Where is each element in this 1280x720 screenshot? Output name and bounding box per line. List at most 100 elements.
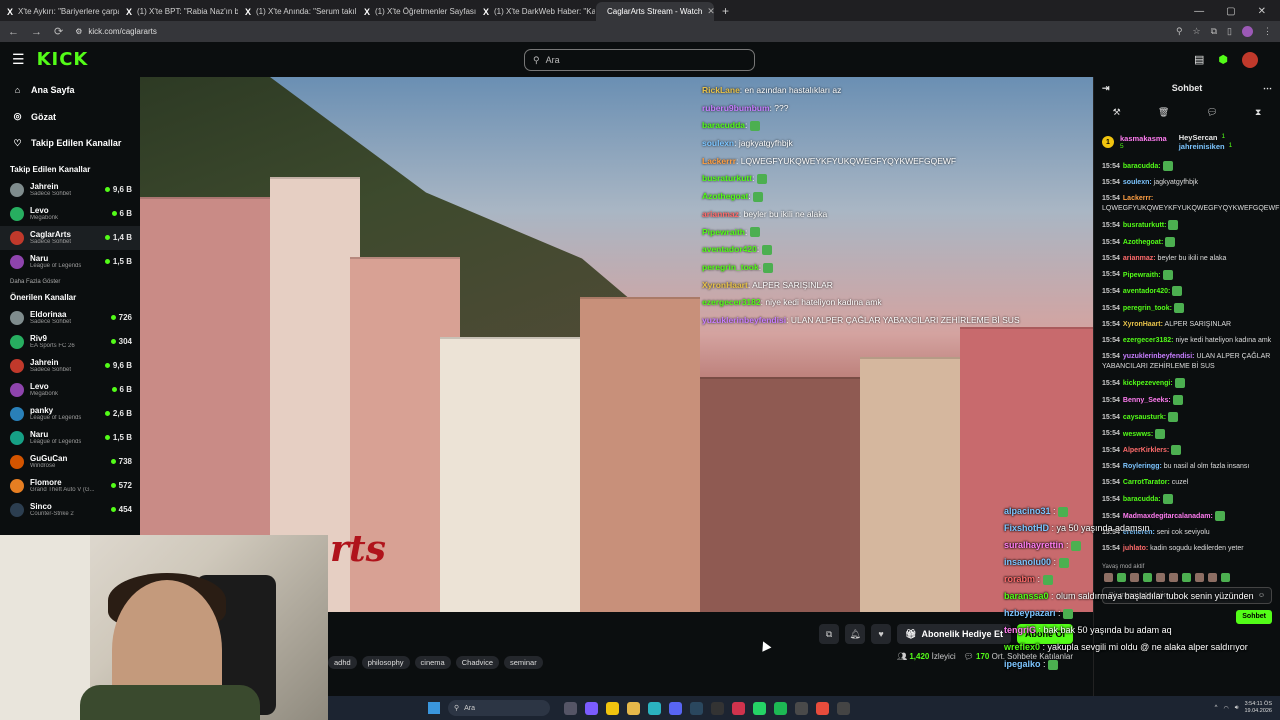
bookmark-star-icon[interactable]: ☆ bbox=[1193, 26, 1201, 37]
taskbar-search[interactable]: ⚲ Ara bbox=[448, 700, 550, 716]
url-field[interactable]: ⚙ kick.com/caglararts bbox=[75, 27, 157, 36]
mod-hammer-icon[interactable]: ⚒ bbox=[1113, 107, 1121, 118]
extensions-icon[interactable]: ⧉ bbox=[1211, 26, 1217, 37]
menu-hamburger-icon[interactable]: ☰ bbox=[12, 51, 25, 68]
profile-avatar[interactable] bbox=[1242, 26, 1253, 37]
sidebar-nav-2[interactable]: ♡ Takip Edilen Kanallar bbox=[0, 130, 140, 157]
stream-tag[interactable]: cinema bbox=[414, 656, 451, 669]
close-window-icon[interactable]: ✕ bbox=[1258, 6, 1266, 17]
chat-username[interactable]: arianmaz: bbox=[1123, 255, 1156, 262]
top-gifter-name[interactable]: kasmakasma bbox=[1120, 134, 1167, 143]
browser-tab[interactable]: X(1) X'te Anında: "Serum takılı o✕ bbox=[239, 2, 357, 21]
browser-tab[interactable]: X(1) X'te DarkWeb Haber: "Kahra✕ bbox=[477, 2, 595, 21]
windows-start-icon[interactable] bbox=[428, 702, 440, 714]
channel-item[interactable]: Naru League of Legends 1,5 B bbox=[0, 250, 140, 274]
trash-icon[interactable]: 🗑︎ bbox=[1158, 107, 1169, 118]
chat-username[interactable]: XyronHaart: bbox=[1123, 321, 1163, 328]
steam-icon[interactable] bbox=[690, 701, 703, 715]
spotify-icon[interactable] bbox=[774, 701, 787, 715]
browser-tab[interactable]: XX'te Aykırı: "Bariyerlere çarpan✕ bbox=[1, 2, 119, 21]
tab-close-icon[interactable]: ✕ bbox=[707, 6, 714, 17]
chat-bubble-icon[interactable]: 💬︎ bbox=[1206, 107, 1217, 118]
chat-username[interactable]: kickpezevengi: bbox=[1123, 380, 1173, 387]
video-player[interactable]: RickLane: en azından hastalıkları az rube… bbox=[140, 77, 1093, 612]
gift-sub-button[interactable]: 🎁︎ Abonelik Hediye Et bbox=[897, 624, 1011, 644]
chat-username[interactable]: caysausturk: bbox=[1123, 414, 1166, 421]
chrome-icon[interactable] bbox=[816, 701, 829, 715]
volume-icon[interactable]: 🔊︎ bbox=[1235, 705, 1239, 712]
channel-item[interactable]: Levo Megabonk 6 B bbox=[0, 378, 140, 402]
browser-menu-icon[interactable]: ⋮ bbox=[1263, 26, 1272, 37]
wifi-icon[interactable]: ◠ bbox=[1223, 705, 1228, 712]
new-tab-icon[interactable]: + bbox=[714, 4, 737, 21]
chat-username[interactable]: weswws: bbox=[1123, 430, 1153, 437]
chat-username[interactable]: peregrin_took: bbox=[1123, 305, 1172, 312]
taskbar-clock[interactable]: 3:54:11 ÖS 19.04.2026 bbox=[1244, 701, 1272, 715]
clip-icon[interactable]: ⧉ bbox=[819, 624, 840, 644]
chat-username[interactable]: busraturkutt: bbox=[1123, 222, 1167, 229]
obs-icon[interactable] bbox=[711, 701, 724, 715]
show-more-link[interactable]: Daha Fazla Göster bbox=[0, 279, 140, 285]
copilot-icon[interactable] bbox=[585, 701, 598, 715]
chat-username[interactable]: Royleringg: bbox=[1123, 463, 1162, 470]
channel-item[interactable]: GuGuCan Windrose 738 bbox=[0, 450, 140, 474]
edge-icon[interactable] bbox=[648, 701, 661, 715]
channel-item[interactable]: Jahrein Sadece Sohbet 9,6 B bbox=[0, 354, 140, 378]
app-icon[interactable] bbox=[795, 701, 808, 715]
chat-menu-icon[interactable]: ⋯ bbox=[1263, 83, 1272, 94]
stream-tag[interactable]: Chadvice bbox=[455, 656, 500, 669]
chat-username[interactable]: AlperKirklers: bbox=[1123, 447, 1169, 454]
channel-item[interactable]: Riv9 EA Sports FC 26 304 bbox=[0, 330, 140, 354]
reload-icon[interactable]: ⟳ bbox=[54, 25, 63, 38]
forward-icon[interactable]: → bbox=[31, 26, 42, 38]
zoom-icon[interactable]: ⚲ bbox=[1176, 26, 1183, 37]
chat-username[interactable]: Pipewraith: bbox=[1123, 271, 1161, 278]
maximize-icon[interactable]: ▢ bbox=[1226, 6, 1235, 17]
search-input[interactable]: ⚲ Ara bbox=[524, 49, 755, 71]
chat-username[interactable]: CarrotTarator: bbox=[1123, 479, 1170, 486]
chat-username[interactable]: baracudda: bbox=[1123, 163, 1161, 170]
kick-logo[interactable]: KICK bbox=[37, 49, 89, 70]
stream-tag[interactable]: philosophy bbox=[361, 656, 410, 669]
bell-icon[interactable]: 🔔︎ bbox=[845, 624, 866, 644]
channel-item[interactable]: Eldorinaa Sadece Sohbet 726 bbox=[0, 306, 140, 330]
browser-tab[interactable]: X(1) X'te BPT: "Rabia Naz'ın baba✕ bbox=[120, 2, 238, 21]
site-info-icon[interactable]: ⚙ bbox=[75, 27, 82, 36]
chat-username[interactable]: Azothegoat: bbox=[1123, 239, 1163, 246]
channel-item[interactable]: Jahrein Sadece Sohbet 9,6 B bbox=[0, 178, 140, 202]
top-gifter-name[interactable]: jahreinisiken bbox=[1179, 142, 1225, 151]
stream-tag[interactable]: seminar bbox=[504, 656, 543, 669]
back-icon[interactable]: ← bbox=[8, 26, 19, 38]
channel-item[interactable]: Levo Megabonk 6 B bbox=[0, 202, 140, 226]
chrome-icon[interactable] bbox=[606, 701, 619, 715]
minimize-icon[interactable]: — bbox=[1194, 6, 1204, 17]
sidebar-nav-0[interactable]: ⌂ Ana Sayfa bbox=[0, 77, 140, 104]
chat-username[interactable]: ezergecer3182: bbox=[1123, 337, 1174, 344]
top-gifter-name[interactable]: HeySercan bbox=[1179, 133, 1218, 142]
heart-icon[interactable]: ♥ bbox=[871, 624, 892, 644]
chat-username[interactable]: soulexn: bbox=[1123, 179, 1152, 186]
channel-item[interactable]: panky League of Legends 2,6 B bbox=[0, 402, 140, 426]
browser-tab[interactable]: CaglarArts Stream - Watch ✕ bbox=[596, 2, 714, 21]
browser-tab[interactable]: X(1) X'te Öğretmenler Sayfası "İ✕ bbox=[358, 2, 476, 21]
hourglass-icon[interactable]: ⧗ bbox=[1255, 107, 1261, 118]
channel-item[interactable]: CaglarArts Sadece Sohbet 1,4 B bbox=[0, 225, 140, 250]
browse-icon[interactable]: ▤ bbox=[1194, 53, 1204, 66]
app-icon[interactable] bbox=[732, 701, 745, 715]
kick-coin-icon[interactable]: ⬢ bbox=[1218, 53, 1228, 66]
collapse-chat-icon[interactable]: ⇥ bbox=[1102, 83, 1110, 94]
sidebar-nav-1[interactable]: ◎ Gözat bbox=[0, 104, 140, 131]
channel-item[interactable]: Flomore Grand Theft Auto V (G... 572 bbox=[0, 474, 140, 498]
file-explorer-icon[interactable] bbox=[627, 701, 640, 715]
discord-icon[interactable] bbox=[669, 701, 682, 715]
taskview-icon[interactable] bbox=[564, 701, 577, 715]
whatsapp-icon[interactable] bbox=[753, 701, 766, 715]
channel-item[interactable]: Naru League of Legends 1,5 B bbox=[0, 426, 140, 450]
chat-username[interactable]: Benny_Seeks: bbox=[1123, 397, 1171, 404]
user-avatar[interactable] bbox=[1242, 51, 1258, 68]
sidepanel-icon[interactable]: ▯ bbox=[1227, 26, 1232, 37]
chat-username[interactable]: aventador420: bbox=[1123, 288, 1170, 295]
chat-username[interactable]: yuzuklerinbeyfendisi: bbox=[1123, 353, 1195, 360]
app-icon[interactable] bbox=[837, 701, 850, 715]
chat-username[interactable]: Lackerrr: bbox=[1123, 195, 1153, 202]
